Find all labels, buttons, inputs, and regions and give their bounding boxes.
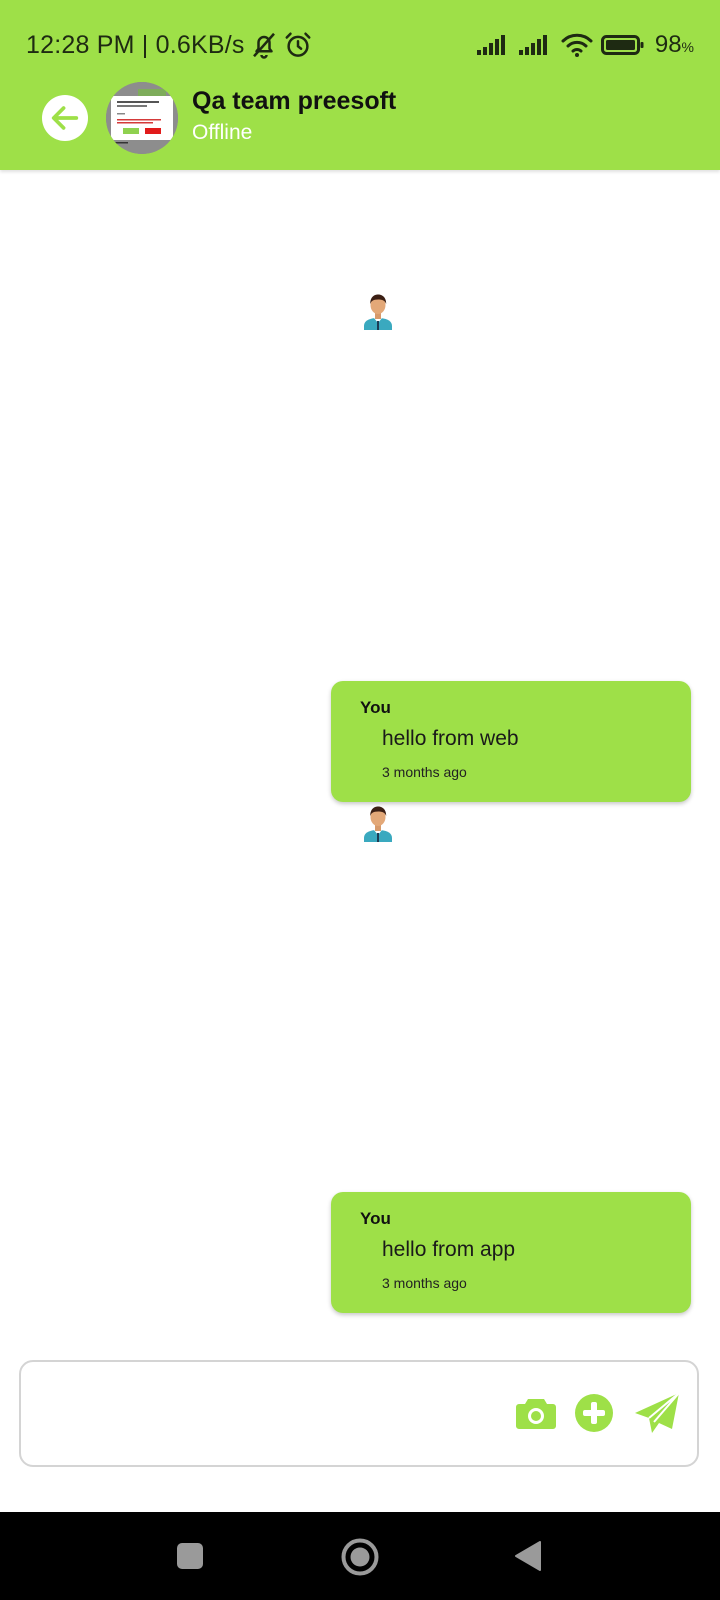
back-triangle-icon [515,1541,541,1571]
home-circle-icon [341,1538,379,1576]
message-bubble[interactable]: You hello from app 3 months ago [331,1192,691,1313]
message-text: hello from app [382,1238,516,1261]
chat-title: Qa team preesoft [192,87,397,115]
message-composer [19,1360,699,1467]
message-text: hello from web [382,727,519,750]
message-sender: You [360,1209,391,1228]
message-sender: You [360,698,391,717]
presence-status: Offline [192,121,253,144]
battery-unit: % [681,39,694,55]
status-right: 98% [476,28,694,62]
back-button[interactable] [42,95,88,141]
mute-bell-icon [252,32,275,59]
home-button[interactable] [339,1536,381,1578]
plus-circle-icon [575,1394,613,1432]
recents-square-icon [177,1543,203,1569]
battery-icon [600,35,644,55]
avatar-image [106,82,178,154]
send-button[interactable] [632,1390,682,1436]
status-left: 12:28 PM | 0.6KB/s [26,28,313,62]
back-nav-button[interactable] [510,1538,546,1574]
chat-title-block[interactable]: Qa team preesoft Offline [192,86,396,148]
system-nav-bar [0,1512,720,1600]
top-bar: 12:28 PM | 0.6KB/s 98% Qa team preesoft … [0,0,720,170]
wifi-icon [561,33,593,57]
camera-icon [516,1399,556,1429]
camera-button[interactable] [514,1393,558,1433]
chat-screen: 12:28 PM | 0.6KB/s 98% Qa team preesoft … [0,0,720,1600]
arrow-left-icon [51,106,79,130]
signal-icon [518,35,547,55]
sender-avatar [362,292,394,330]
message-bubble[interactable]: You hello from web 3 months ago [331,681,691,802]
attach-button[interactable] [574,1393,614,1433]
network-speed: 0.6KB/s [155,30,245,59]
battery-percent: 98% [654,31,694,58]
group-avatar[interactable] [106,82,178,154]
message-time: 3 months ago [382,764,467,780]
status-separator: | [134,30,156,59]
signal-icon [476,35,505,55]
sender-avatar [362,804,394,842]
person-avatar-icon [364,806,392,842]
message-input[interactable] [37,1382,511,1444]
person-avatar-icon [364,294,392,330]
send-icon [635,1392,680,1433]
status-bar: 12:28 PM | 0.6KB/s 98% [0,0,720,86]
chat-header: Qa team preesoft Offline [0,80,720,170]
message-time: 3 months ago [382,1275,467,1291]
recents-button[interactable] [172,1538,208,1574]
alarm-icon [285,32,311,57]
status-time: 12:28 PM [26,30,135,59]
